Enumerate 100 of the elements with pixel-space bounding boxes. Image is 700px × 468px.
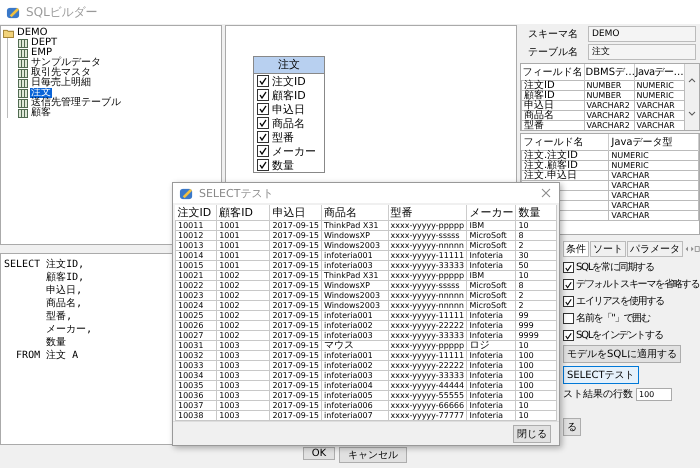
tree-item[interactable]: EMP: [30, 48, 53, 58]
table-cell: NUMERIC: [634, 90, 685, 100]
tree-item[interactable]: 日毎売上明細: [30, 78, 92, 88]
table-cell: 10015: [176, 260, 217, 270]
table-cell: 10021: [176, 270, 217, 280]
table-cell: 100: [516, 380, 556, 390]
table-cell: 2017-09-15: [270, 270, 322, 280]
tree-item[interactable]: 送信先管理テーブル: [30, 98, 122, 108]
close-button[interactable]: 閉じる: [513, 425, 551, 443]
column-header[interactable]: フィールド名: [522, 134, 609, 150]
table-cell: IBM: [466, 220, 516, 230]
table-cell: 2017-09-15: [270, 330, 322, 340]
table-cell: xxxx-yyyyy-44444: [388, 380, 467, 390]
column-header[interactable]: フィールド名: [522, 64, 584, 80]
column-header[interactable]: メーカー: [466, 205, 516, 220]
table-cell: 2017-09-15: [270, 360, 322, 370]
field-checkbox[interactable]: [257, 159, 269, 171]
tree-item[interactable]: 取引先マスタ: [30, 68, 92, 78]
row-count-field[interactable]: 100: [636, 388, 672, 400]
field-checkbox[interactable]: [257, 89, 269, 101]
table-cell: 10026: [176, 320, 217, 330]
table-cell: 1003: [216, 370, 270, 380]
column-header[interactable]: 顧客ID: [216, 205, 270, 220]
table-cell: 10014: [176, 250, 217, 260]
tree-item[interactable]: 顧客: [30, 108, 52, 118]
table-cell: 申込日: [522, 100, 584, 110]
apply-model-button[interactable]: モデルをSQLに適用する: [563, 345, 681, 363]
chevron-up-icon[interactable]: [688, 78, 696, 83]
select-test-button[interactable]: SELECTテスト: [563, 366, 639, 384]
table-cell: MicroSoft: [466, 300, 516, 310]
field-label: 商品名: [272, 116, 305, 130]
table-cell: infoteria001: [321, 250, 388, 260]
field-checkbox[interactable]: [257, 103, 269, 115]
table-cell: MicroSoft: [466, 290, 516, 300]
dialog-button[interactable]: OK: [302, 447, 336, 460]
table-cell: xxxx-yyyyy-33333: [388, 260, 467, 270]
table-cell: 10025: [176, 310, 217, 320]
option-checkbox[interactable]: [563, 330, 574, 340]
table-cell: 10022: [176, 280, 217, 290]
scrollbar[interactable]: [685, 64, 699, 130]
field-checkbox[interactable]: [257, 75, 269, 87]
table-icon: [18, 78, 28, 88]
table-cell: Infoteria: [466, 350, 516, 360]
table-cell: 注文.顧客ID: [524, 160, 578, 171]
table-cell: 2017-09-15: [270, 410, 322, 420]
tab[interactable]: ソート: [590, 241, 626, 257]
partial-button[interactable]: る: [563, 418, 581, 436]
table-cell: Windows2003: [321, 290, 388, 300]
table-cell: xxxx-yyyyy-nnnnn: [388, 290, 467, 300]
table-cell: xxxx-yyyyy-77777: [388, 410, 467, 420]
table-cell: 10035: [176, 380, 217, 390]
column-header[interactable]: DBMSデ…: [584, 64, 634, 80]
column-header[interactable]: 商品名: [321, 205, 388, 220]
table-cell: 100: [516, 390, 556, 400]
tree-item[interactable]: サンプルデータ: [30, 58, 102, 68]
option-checkbox[interactable]: [563, 262, 574, 272]
tab[interactable]: パラメータ: [627, 241, 683, 257]
table-cell: ThinkPad X31: [321, 220, 388, 230]
option-checkbox[interactable]: [563, 278, 574, 290]
chevron-down-icon[interactable]: [688, 111, 696, 116]
tree-item[interactable]: DEPT: [30, 38, 58, 48]
table-cell: 2: [516, 240, 556, 250]
tree-item[interactable]: DEMO: [16, 28, 49, 38]
table-cell: VARCHAR: [608, 180, 698, 190]
row-count-label: スト結果の行数: [563, 388, 633, 401]
column-header[interactable]: 型番: [388, 205, 467, 220]
field-checkbox[interactable]: [257, 145, 269, 157]
option-checkbox[interactable]: [563, 312, 574, 324]
table-icon: [18, 58, 28, 68]
column-header[interactable]: 注文ID: [176, 205, 217, 220]
tab-scroll-icon[interactable]: [684, 245, 700, 253]
column-header[interactable]: 数量: [516, 205, 556, 220]
table-cell: 10031: [176, 340, 217, 350]
table-cell: Infoteria: [466, 400, 516, 410]
schema-label: スキーマ名: [528, 28, 579, 41]
table-cell: VARCHAR2: [584, 110, 634, 120]
field-checkbox[interactable]: [257, 117, 269, 129]
table-cell: 2017-09-15: [270, 300, 322, 310]
table-cell: 10036: [176, 390, 217, 400]
table-cell: 1003: [216, 350, 270, 360]
table-cell: infoteria003: [321, 260, 388, 270]
table-icon: [18, 108, 28, 118]
field-checkbox[interactable]: [257, 131, 269, 143]
table-cell: xxxx-yyyyy-nnnnn: [388, 240, 467, 250]
table-cell: 2017-09-15: [270, 340, 322, 350]
column-header[interactable]: 申込日: [270, 205, 322, 220]
table-cell: Infoteria: [466, 250, 516, 260]
table-cell: 10: [516, 410, 556, 420]
table-box[interactable]: 注文 注文ID 顧客ID 申込日 商品名 型番 メーカー 数量: [253, 56, 325, 173]
tab[interactable]: 条件: [563, 241, 589, 257]
table-cell: VARCHAR: [608, 190, 698, 200]
table-cell: マウス: [321, 340, 388, 350]
table-cell: 注文.申込日: [524, 170, 578, 181]
dialog-button[interactable]: キャンセル: [339, 447, 408, 463]
close-icon[interactable]: [541, 188, 551, 198]
column-header[interactable]: Javaデータ型: [608, 134, 698, 150]
table-cell: 2017-09-15: [270, 240, 322, 250]
table-cell: 顧客ID: [522, 90, 584, 100]
option-checkbox[interactable]: [563, 296, 574, 306]
table-cell: Infoteria: [466, 380, 516, 390]
